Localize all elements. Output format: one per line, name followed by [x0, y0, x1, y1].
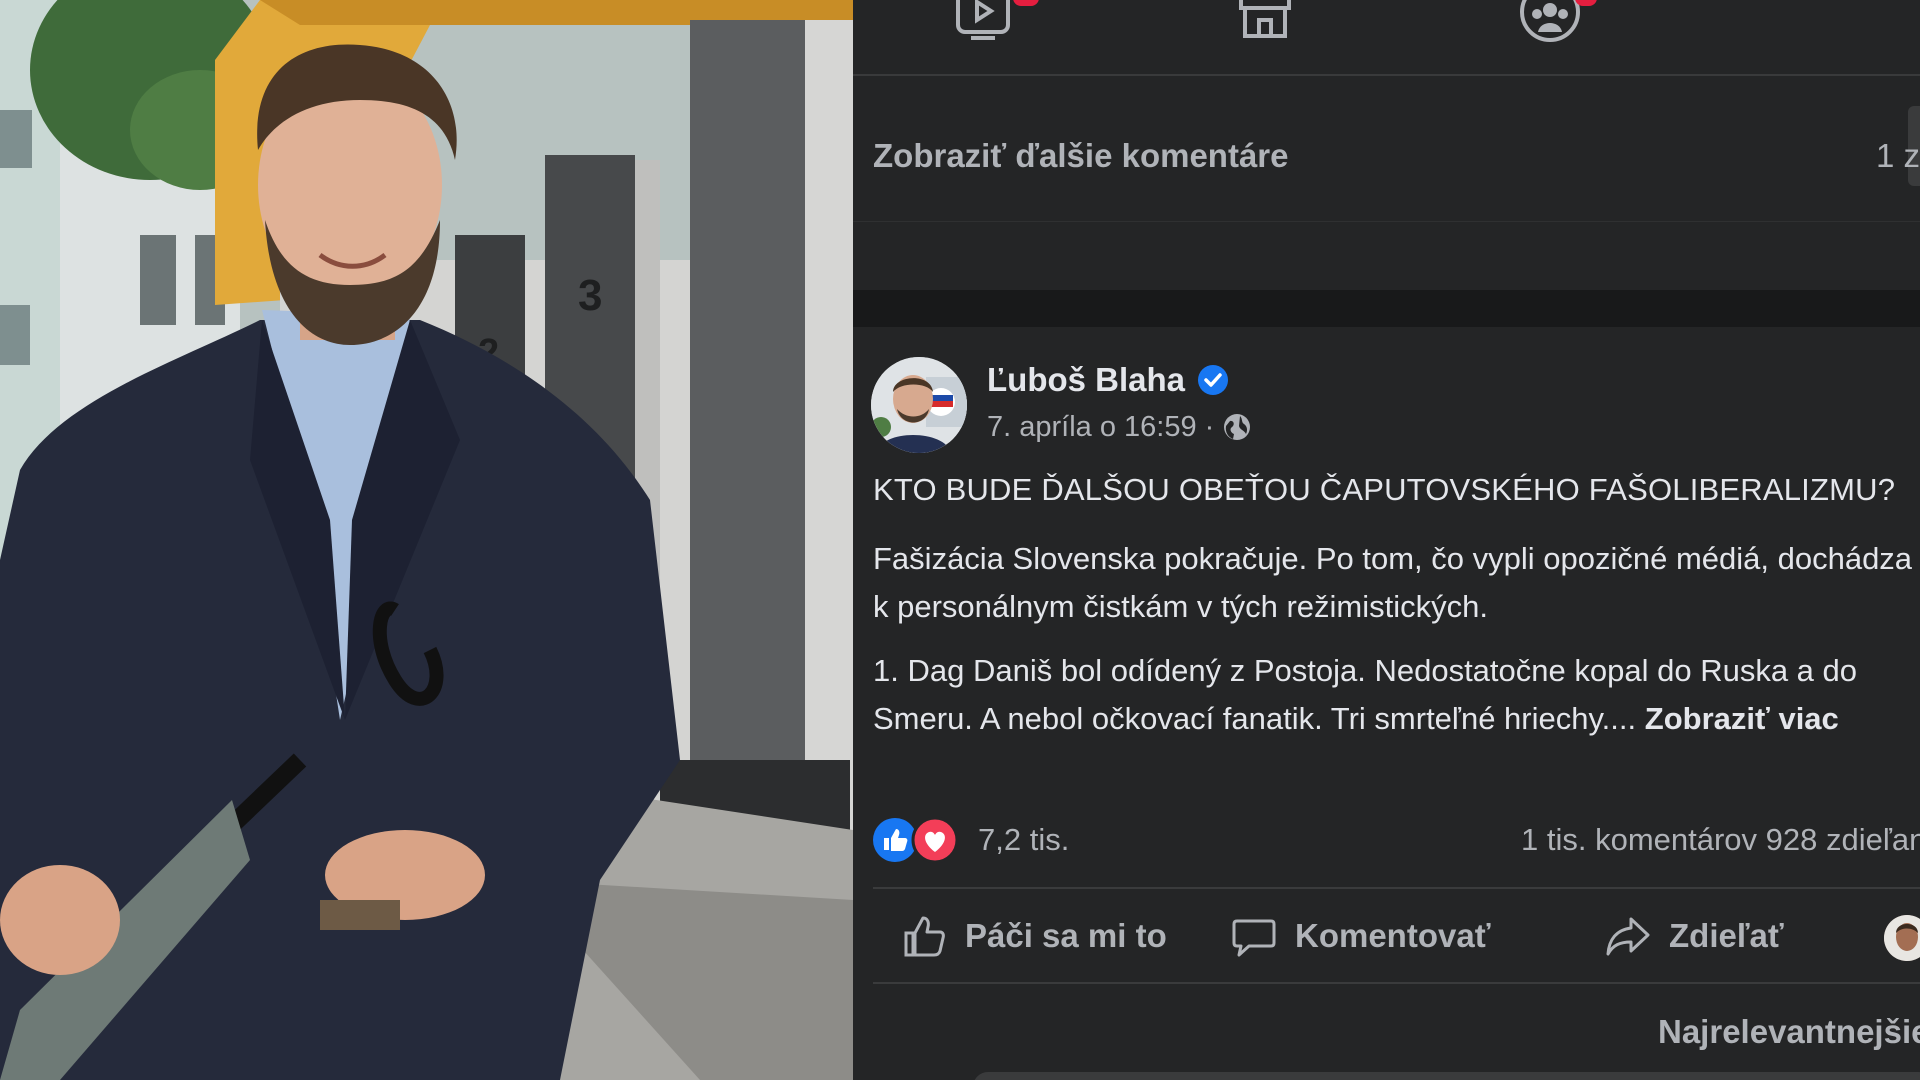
news-photo: 3 2 [0, 0, 853, 1080]
top-navigation-bar [853, 0, 1920, 76]
more-comments-row [853, 221, 1920, 292]
more-comments-link[interactable]: Zobraziť ďalšie komentáre [873, 137, 1289, 175]
comment-input[interactable] [973, 1072, 1920, 1080]
post-timestamp[interactable]: 7. apríla o 16:59 · [987, 411, 1214, 444]
man-with-umbrella-photo: 3 2 [0, 0, 853, 1080]
share-button[interactable]: Zdieľať [1605, 891, 1784, 981]
reactions-row: 7,2 tis. 1 tis. komentárov 928 zdieľaní [871, 810, 1920, 870]
marketplace-icon[interactable] [1235, 0, 1295, 42]
divider [873, 887, 1920, 889]
comment-bubble-icon [1232, 919, 1276, 957]
reaction-count[interactable]: 7,2 tis. [978, 822, 1069, 858]
share-arrow-icon [1606, 917, 1650, 956]
divider [873, 982, 1920, 984]
see-more-link[interactable]: Zobraziť viac [1645, 701, 1839, 736]
post-headline: KTO BUDE ĎALŠOU OBEŤOU ČAPUTOVSKÉHO FAŠO… [873, 472, 1896, 507]
comment-button[interactable]: Komentovať [1231, 891, 1491, 981]
video-icon[interactable] [953, 0, 1013, 42]
author-name[interactable]: Ľuboš Blaha [987, 361, 1185, 399]
commenter-avatar[interactable] [1884, 915, 1920, 961]
comments-shares-count[interactable]: 1 tis. komentárov 928 zdieľaní [1521, 822, 1920, 858]
building-number-3: 3 [578, 271, 602, 320]
video-notification-badge [1013, 0, 1039, 6]
post-meta: 7. apríla o 16:59 · [987, 407, 1252, 447]
like-label: Páči sa mi to [965, 917, 1167, 954]
previous-post-card: Zobraziť ďalšie komentáre 1 z [853, 76, 1920, 290]
reaction-icons[interactable] [871, 816, 961, 864]
thumbs-up-icon [904, 916, 945, 957]
author-avatar[interactable] [871, 357, 967, 453]
like-button[interactable]: Páči sa mi to [901, 891, 1167, 981]
post-paragraph-1: Fašizácia Slovenska pokračuje. Po tom, č… [873, 541, 1913, 624]
comment-count-indicator: 1 z [1875, 137, 1920, 174]
globe-icon [1224, 414, 1251, 440]
verified-badge-icon [1198, 365, 1229, 395]
post-paragraph-2: 1. Dag Daniš bol odídený z Postoja. Nedo… [873, 647, 1920, 743]
groups-icon[interactable] [1519, 0, 1581, 44]
author-row: Ľuboš Blaha [987, 357, 1229, 403]
comment-sort-dropdown[interactable]: Najrelevantnejšie [1658, 1013, 1920, 1051]
post-card: Ľuboš Blaha 7. apríla o 16:59 · KTO BUDE… [853, 327, 1920, 1080]
facebook-feed: Zobraziť ďalšie komentáre 1 z Ľuboš Blah… [853, 0, 1920, 1080]
share-label: Zdieľať [1669, 917, 1784, 954]
comment-label: Komentovať [1295, 917, 1491, 954]
